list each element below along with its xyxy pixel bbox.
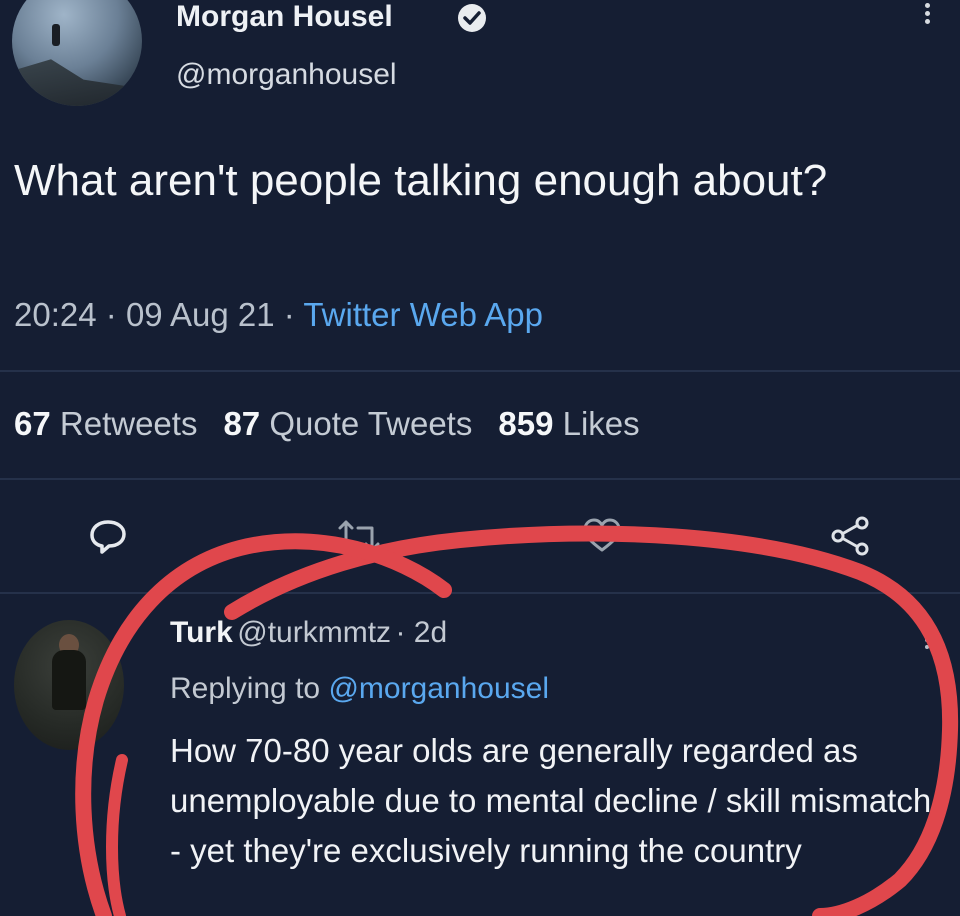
replying-prefix: Replying to [170, 672, 321, 705]
reply-icon[interactable] [86, 514, 130, 558]
tweet-time: 20:24 [14, 296, 97, 333]
reply-header: Turk @turkmmtz · 2d [170, 616, 950, 650]
avatar-rock [12, 59, 142, 106]
reply-author-handle[interactable]: @turkmmtz [237, 616, 391, 649]
likes-count: 859 [498, 405, 554, 442]
author-avatar[interactable] [12, 0, 142, 106]
retweet-icon[interactable] [334, 514, 380, 558]
tweet-date: 09 Aug 21 [125, 296, 275, 333]
tweet-meta: 20:24 · 09 Aug 21 · Twitter Web App [14, 296, 543, 334]
tweet-text: What aren't people talking enough about? [14, 156, 828, 205]
reply-author-avatar[interactable] [14, 620, 124, 750]
like-icon[interactable] [580, 514, 624, 558]
replying-to-link[interactable]: @morganhousel [328, 672, 549, 705]
avatar-person [52, 650, 86, 710]
quotes-stat[interactable]: 87 Quote Tweets [223, 405, 472, 442]
retweets-label: Retweets [59, 405, 198, 442]
reply-author-name[interactable]: Turk [170, 616, 233, 649]
likes-label: Likes [562, 405, 640, 442]
divider [0, 592, 960, 594]
reply-text: How 70-80 year olds are generally regard… [170, 732, 932, 869]
tweet-stats: 67 Retweets 87 Quote Tweets 859 Likes [14, 405, 640, 443]
avatar-figure [52, 24, 60, 46]
retweets-stat[interactable]: 67 Retweets [14, 405, 197, 442]
share-icon[interactable] [828, 514, 872, 558]
verified-badge-icon [458, 4, 486, 32]
meta-separator: · [105, 296, 117, 333]
reply-age: · 2d [395, 616, 448, 649]
meta-separator: · [283, 296, 295, 333]
tweet-source-link[interactable]: Twitter Web App [303, 296, 543, 333]
author-handle[interactable]: @morganhousel [176, 58, 397, 92]
divider [0, 478, 960, 480]
quotes-label: Quote Tweets [269, 405, 473, 442]
more-vertical-icon[interactable] [920, 0, 934, 34]
likes-stat[interactable]: 859 Likes [498, 405, 639, 442]
author-name[interactable]: Morgan Housel [176, 0, 393, 34]
quotes-count: 87 [223, 405, 261, 442]
retweets-count: 67 [14, 405, 51, 442]
replying-to-line: Replying to @morganhousel [170, 672, 549, 706]
more-vertical-icon[interactable] [920, 628, 934, 662]
divider [0, 370, 960, 372]
